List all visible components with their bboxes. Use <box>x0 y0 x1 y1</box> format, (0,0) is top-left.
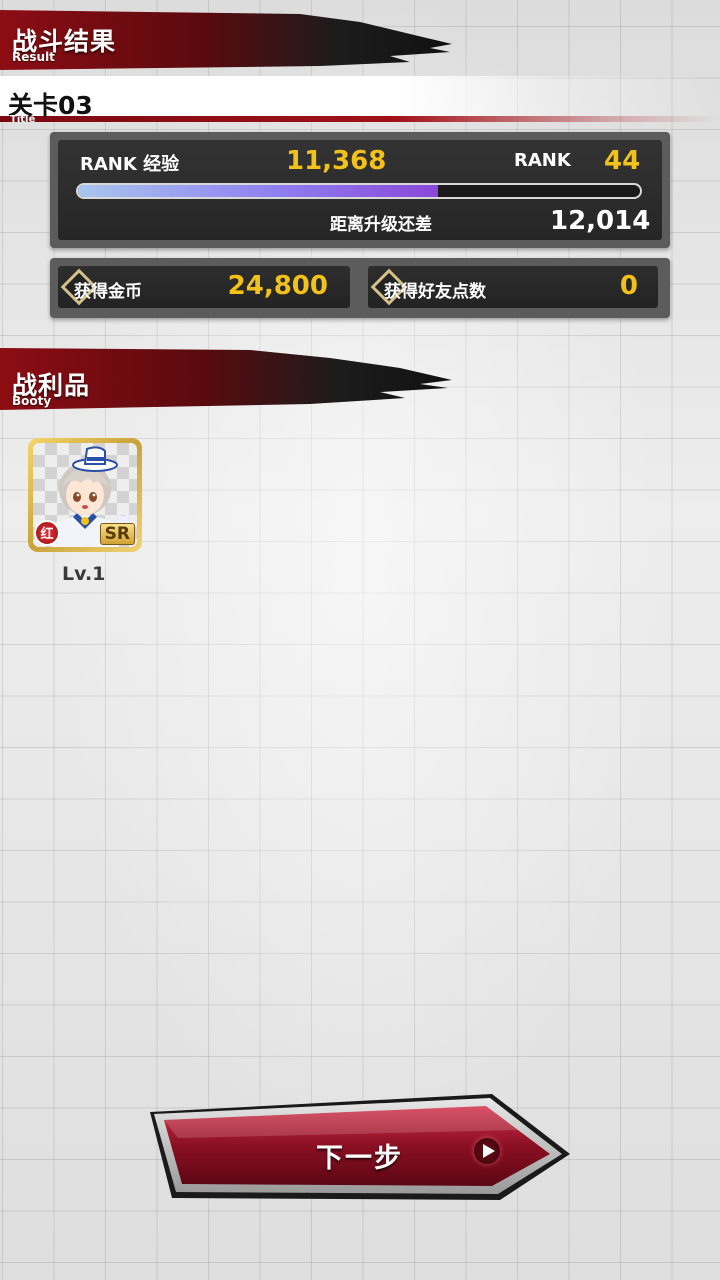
rank-exp-value: 11,368 <box>286 146 387 176</box>
result-banner: 战斗结果 Result <box>0 4 460 78</box>
rarity-badge: SR <box>99 523 135 545</box>
rank-value: 44 <box>604 146 641 176</box>
booty-card[interactable]: 红 SR <box>28 438 142 552</box>
play-arrow-icon <box>474 1138 500 1164</box>
coins-value: 24,800 <box>227 271 328 301</box>
coins-reward-box: 获得金币 24,800 <box>58 266 350 308</box>
rank-progress-bar <box>76 183 642 199</box>
coins-label: 获得金币 <box>74 282 142 302</box>
element-badge-icon: 红 <box>34 520 60 546</box>
stage-title-underline <box>0 116 720 122</box>
rank-exp-label: RANK 经验 <box>80 154 180 175</box>
character-portrait: 红 SR <box>33 443 137 547</box>
booty-subtitle: Booty <box>12 394 52 408</box>
remaining-exp-label: 距离升级还差 <box>330 215 432 235</box>
next-step-label: 下一步 <box>316 1143 403 1174</box>
rank-progress-fill <box>78 185 438 197</box>
result-subtitle: Result <box>12 50 55 64</box>
friend-points-reward-box: 获得好友点数 0 <box>368 266 658 308</box>
remaining-exp-value: 12,014 <box>550 206 651 236</box>
booty-level: Lv.1 <box>62 563 106 585</box>
stage-subtitle: Title <box>10 114 36 125</box>
friend-points-value: 0 <box>619 271 638 301</box>
booty-banner: 战利品 Booty <box>0 344 460 418</box>
friend-points-label: 获得好友点数 <box>384 282 486 302</box>
rank-label: RANK <box>514 150 571 171</box>
stage-title-bar <box>0 76 720 122</box>
